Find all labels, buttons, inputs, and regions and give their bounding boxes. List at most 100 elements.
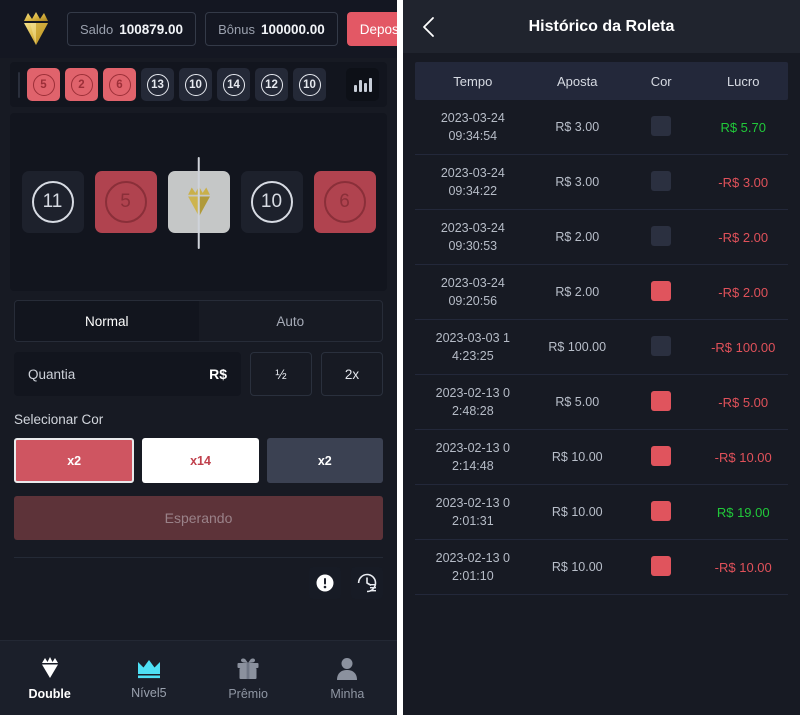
user-icon — [337, 657, 358, 680]
recent-result-pill[interactable]: 13 — [141, 68, 174, 101]
gift-icon — [237, 658, 259, 679]
nav-item-prize[interactable]: Prêmio — [199, 656, 298, 701]
cell-profit: -R$ 2.00 — [718, 284, 769, 300]
bonus-label: Bônus — [218, 21, 255, 37]
wheel-tile: 10 — [240, 171, 303, 233]
color-swatch-red — [651, 555, 672, 576]
bonus-display[interactable]: Bônus 100000.00 — [205, 12, 338, 46]
cell-time: 2023-02-13 0 2:14:48 — [435, 440, 510, 473]
nav-label: Prêmio — [228, 686, 268, 701]
wheel-tile: 6 — [313, 171, 376, 233]
cell-bet: R$ 10.00 — [551, 560, 603, 574]
crown-diamond-logo — [14, 7, 58, 51]
bar-chart-icon[interactable] — [346, 68, 379, 101]
color-swatch-red — [651, 390, 672, 411]
table-row: 2023-03-03 1 4:23:25 R$ 100.00 -R$ 100.00 — [415, 320, 788, 375]
wheel-pointer-marker — [197, 157, 200, 249]
recent-results-strip: 5 2 6 13 10 14 12 10 — [10, 62, 387, 107]
wheel-tile: 11 — [21, 171, 84, 233]
recent-result-pill[interactable]: 10 — [179, 68, 212, 101]
double-amount-button[interactable]: 2x — [321, 352, 383, 396]
amount-currency-label: R$ — [209, 366, 227, 382]
cell-profit: -R$ 2.00 — [718, 229, 769, 245]
table-row: 2023-03-24 09:34:54 R$ 3.00 R$ 5.70 — [415, 100, 788, 155]
tab-auto[interactable]: Auto — [199, 301, 383, 341]
cell-bet: R$ 10.00 — [551, 450, 603, 464]
cell-bet: R$ 2.00 — [555, 285, 600, 299]
cell-time: 2023-03-24 09:34:54 — [440, 110, 505, 143]
bet-amount-row: Quantia R$ ½ 2x — [14, 352, 383, 396]
balance-label: Saldo — [80, 21, 114, 37]
recent-result-number: 6 — [108, 73, 131, 96]
recent-result-pill[interactable]: 12 — [255, 68, 288, 101]
amount-input[interactable]: Quantia R$ — [14, 352, 241, 396]
column-header-profit: Lucro — [726, 73, 760, 89]
cell-time: 2023-03-24 09:34:22 — [440, 165, 505, 198]
page-title: Histórico da Roleta — [528, 17, 675, 35]
cell-bet: R$ 100.00 — [548, 340, 607, 354]
cell-profit: -R$ 3.00 — [718, 174, 769, 190]
roulette-wheel: 11 5 10 6 — [10, 113, 387, 291]
cell-profit: R$ 5.70 — [720, 119, 766, 135]
color-swatch-black — [651, 170, 672, 191]
color-option-white[interactable]: x14 — [142, 438, 259, 483]
cell-time: 2023-03-03 1 4:23:25 — [435, 330, 510, 363]
nav-item-level[interactable]: Nível5 — [99, 656, 198, 700]
wheel-tile-number: 6 — [323, 181, 366, 223]
cell-color — [624, 280, 699, 304]
cell-color — [624, 225, 699, 249]
table-row: 2023-03-24 09:34:22 R$ 3.00 -R$ 3.00 — [415, 155, 788, 210]
recent-result-number: 5 — [32, 73, 55, 96]
cell-profit: R$ 19.00 — [716, 504, 770, 520]
halve-amount-button[interactable]: ½ — [250, 352, 312, 396]
recent-result-pill[interactable]: 14 — [217, 68, 250, 101]
column-header-color: Cor — [650, 73, 672, 89]
recent-result-number: 10 — [298, 73, 321, 96]
balance-value: 100879.00 — [119, 21, 184, 37]
crown-diamond-icon — [41, 657, 58, 678]
nav-label: Double — [28, 687, 71, 701]
nav-item-double[interactable]: Double — [0, 655, 99, 701]
color-swatch-black — [651, 335, 672, 356]
history-table: Tempo Aposta Cor Lucro 2023-03-24 09:34:5… — [403, 53, 800, 715]
balance-display[interactable]: Saldo 100879.00 — [67, 12, 197, 46]
table-header-row: Tempo Aposta Cor Lucro — [415, 62, 788, 100]
cell-time: 2023-02-13 0 2:01:10 — [435, 550, 510, 583]
color-swatch-red — [651, 500, 672, 521]
cell-bet: R$ 3.00 — [555, 175, 600, 189]
cell-color — [624, 170, 699, 194]
color-swatch-red — [651, 280, 672, 301]
cell-time: 2023-03-24 09:20:56 — [440, 275, 505, 308]
place-bet-button[interactable]: Esperando — [14, 496, 383, 540]
select-color-title: Selecionar Cor — [14, 412, 104, 427]
cell-time: 2023-02-13 0 2:48:28 — [435, 385, 510, 418]
recent-result-pill[interactable]: 6 — [103, 68, 136, 101]
bet-mode-tabs: Normal Auto — [14, 300, 383, 342]
history-clock-icon[interactable] — [351, 567, 383, 599]
bonus-value: 100000.00 — [260, 21, 325, 37]
table-row: 2023-03-24 09:30:53 R$ 2.00 -R$ 2.00 — [415, 210, 788, 265]
recent-result-pill[interactable]: 5 — [27, 68, 60, 101]
nav-label: Nível5 — [131, 686, 167, 700]
table-row: 2023-02-13 0 2:48:28 R$ 5.00 -R$ 5.00 — [415, 375, 788, 430]
recent-result-number: 10 — [184, 73, 207, 96]
nav-item-mine[interactable]: Minha — [298, 656, 397, 701]
color-option-red[interactable]: x2 — [14, 438, 135, 483]
cell-color — [624, 115, 699, 139]
table-row: 2023-02-13 0 2:14:48 R$ 10.00 -R$ 10.00 — [415, 430, 788, 485]
cell-bet: R$ 5.00 — [555, 395, 600, 409]
recent-result-pill[interactable]: 2 — [65, 68, 98, 101]
chevron-left-icon[interactable] — [415, 13, 443, 41]
divider — [14, 557, 383, 558]
table-body: 2023-03-24 09:34:54 R$ 3.00 R$ 5.70 2023-03-… — [415, 100, 788, 595]
info-circle-icon[interactable] — [309, 567, 341, 599]
wheel-tile-number: 10 — [250, 181, 293, 223]
game-panel: Saldo 100879.00 Bônus 100000.00 Deposita… — [0, 0, 397, 715]
color-option-black[interactable]: x2 — [266, 438, 383, 483]
tab-normal[interactable]: Normal — [15, 301, 199, 341]
history-panel: Histórico da Roleta Tempo Aposta Cor Luc… — [403, 0, 800, 715]
deposit-button[interactable]: Depositar — [346, 12, 397, 46]
account-header: Saldo 100879.00 Bônus 100000.00 Deposita… — [0, 0, 397, 58]
wheel-tile: 5 — [94, 171, 157, 233]
recent-result-pill[interactable]: 10 — [293, 68, 326, 101]
